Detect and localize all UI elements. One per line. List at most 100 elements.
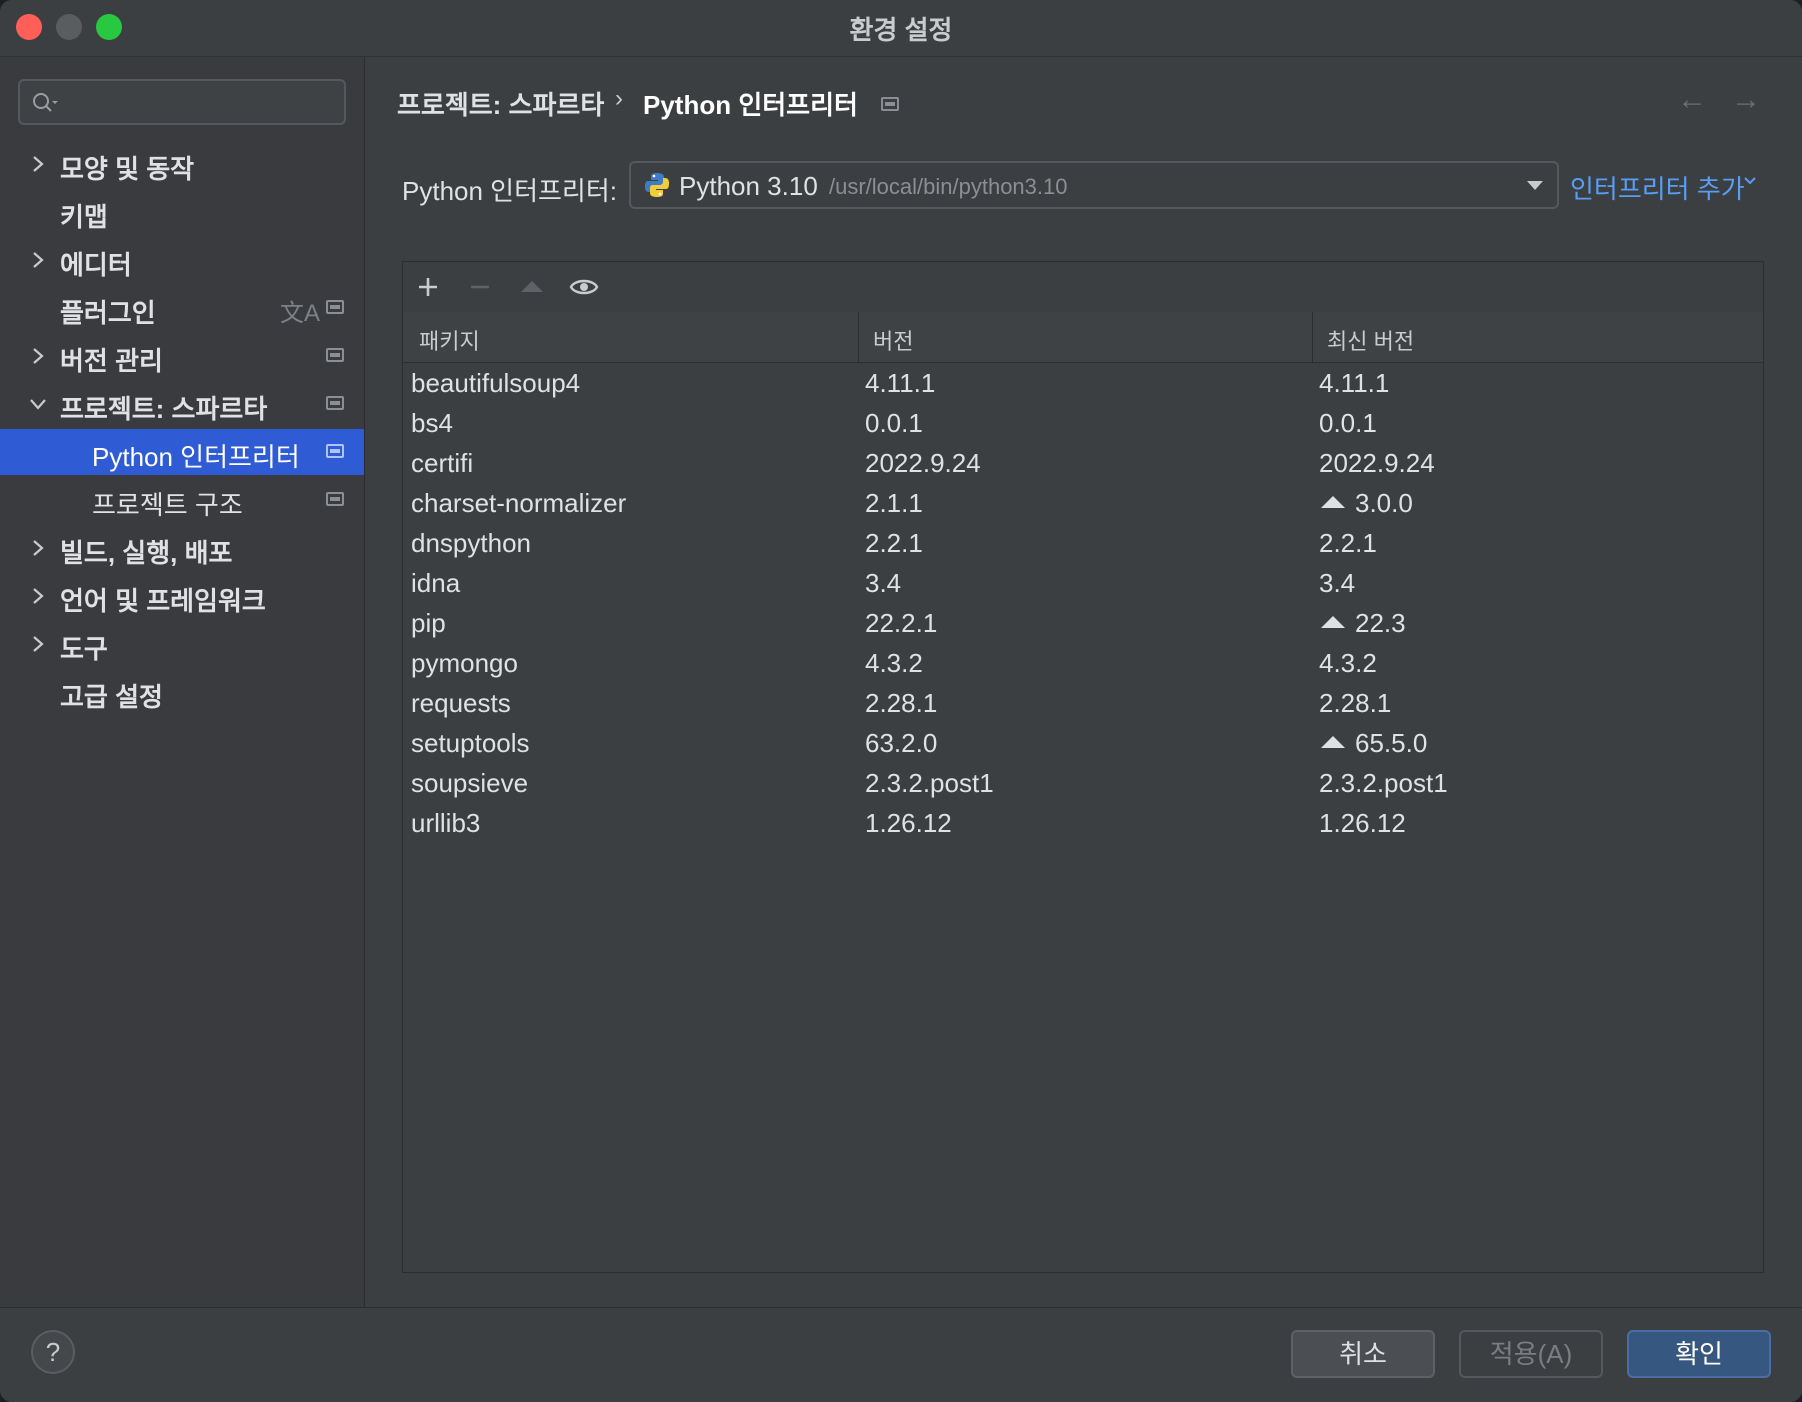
package-latest-version: 2.3.2.post1: [1319, 768, 1448, 798]
chevron-right-icon: [33, 540, 44, 556]
settings-content: 프로젝트: 스파르타 › Python 인터프리터 ← → Python 인터프…: [365, 57, 1802, 1307]
table-row[interactable]: setuptools 63.2.0 65.5.0: [403, 722, 1763, 762]
table-row[interactable]: pip 22.2.1 22.3: [403, 602, 1763, 642]
table-row[interactable]: bs4 0.0.1 0.0.1: [403, 402, 1763, 442]
settings-search-input[interactable]: [18, 79, 346, 125]
package-name: pymongo: [411, 648, 518, 678]
package-latest-version: 1.26.12: [1319, 808, 1406, 838]
chevron-right-icon: [33, 348, 44, 364]
table-row[interactable]: soupsieve 2.3.2.post1 2.3.2.post1: [403, 762, 1763, 802]
sidebar-item-label: Python 인터프리터: [92, 442, 300, 472]
table-header: 패키지 버전 최신 버전: [403, 312, 1763, 363]
eye-icon[interactable]: [569, 272, 599, 302]
apply-button[interactable]: 적용(A): [1459, 1330, 1603, 1378]
sidebar-item-plugins[interactable]: 플러그인 文A: [0, 285, 364, 331]
table-row[interactable]: pymongo 4.3.2 4.3.2: [403, 642, 1763, 682]
sidebar-item-project-structure[interactable]: 프로젝트 구조: [0, 477, 364, 523]
package-latest-version: 4.11.1: [1319, 368, 1390, 398]
table-row[interactable]: urllib3 1.26.12 1.26.12: [403, 802, 1763, 842]
dialog-footer: ? 취소 적용(A) 확인: [0, 1307, 1802, 1402]
sidebar-item-label: 프로젝트: 스파르타: [60, 394, 268, 424]
package-name: certifi: [411, 448, 474, 478]
back-arrow-icon[interactable]: ←: [1677, 83, 1707, 117]
package-latest-version: 2.28.1: [1319, 688, 1392, 718]
package-version: 2.2.1: [865, 528, 923, 558]
package-latest-version: 2022.9.24: [1319, 448, 1435, 478]
interpreter-path: /usr/local/bin/python3.10: [829, 174, 1068, 199]
package-latest-version: 0.0.1: [1319, 408, 1377, 438]
package-name: dnspython: [411, 528, 531, 558]
package-name: idna: [411, 568, 461, 598]
chevron-down-icon[interactable]: [1743, 171, 1757, 191]
interpreter-select[interactable]: Python 3.10 /usr/local/bin/python3.10: [629, 161, 1559, 209]
package-version: 4.3.2: [865, 648, 923, 678]
help-button[interactable]: ?: [31, 1330, 75, 1374]
package-name: requests: [411, 688, 511, 718]
sidebar-item-keymap[interactable]: 키맵: [0, 189, 364, 235]
sidebar-item-advanced-settings[interactable]: 고급 설정: [0, 669, 364, 715]
table-row[interactable]: dnspython 2.2.1 2.2.1: [403, 522, 1763, 562]
package-version: 22.2.1: [865, 608, 938, 638]
chevron-right-icon: [33, 252, 44, 268]
packages-toolbar: [403, 262, 1763, 313]
translate-icon: 文A: [280, 300, 321, 327]
project-level-icon: [326, 492, 344, 506]
column-header-version[interactable]: 버전: [873, 324, 913, 356]
sidebar-item-build-execution[interactable]: 빌드, 실행, 배포: [0, 525, 364, 571]
package-name: soupsieve: [411, 768, 529, 798]
table-row[interactable]: idna 3.4 3.4: [403, 562, 1763, 602]
package-version: 0.0.1: [865, 408, 923, 438]
package-version: 2.1.1: [865, 488, 923, 518]
package-latest-version: 22.3: [1355, 608, 1406, 638]
sidebar-item-label: 고급 설정: [60, 682, 163, 712]
upgrade-available-icon: [1321, 496, 1345, 508]
table-row[interactable]: beautifulsoup4 4.11.1 4.11.1: [403, 362, 1763, 402]
forward-arrow-icon[interactable]: →: [1731, 83, 1761, 117]
table-row[interactable]: charset-normalizer 2.1.1 3.0.0: [403, 482, 1763, 522]
chevron-right-icon: [33, 156, 44, 172]
add-interpreter-link[interactable]: 인터프리터 추가: [1570, 169, 1745, 206]
breadcrumb-parent[interactable]: 프로젝트: 스파르타: [397, 85, 604, 122]
sidebar-item-languages-frameworks[interactable]: 언어 및 프레임워크: [0, 573, 364, 619]
package-version: 2022.9.24: [865, 448, 981, 478]
upgrade-available-icon: [1321, 616, 1345, 628]
preferences-window: 환경 설정 모양 및 동작 키맵 에디터 플러그인 文A 버전 관리 프로젝트:…: [0, 0, 1802, 1402]
column-header-package[interactable]: 패키지: [419, 324, 480, 356]
add-package-button[interactable]: [413, 272, 443, 302]
project-level-icon: [326, 396, 344, 410]
column-divider[interactable]: [1312, 312, 1313, 362]
sidebar-item-project[interactable]: 프로젝트: 스파르타: [0, 381, 364, 427]
cancel-button[interactable]: 취소: [1291, 1330, 1435, 1378]
package-name: charset-normalizer: [411, 488, 627, 518]
chevron-down-icon: [30, 399, 46, 410]
package-version: 2.3.2.post1: [865, 768, 994, 798]
column-divider[interactable]: [858, 312, 859, 362]
sidebar-item-label: 에디터: [60, 250, 132, 280]
package-name: bs4: [411, 408, 453, 438]
package-name: urllib3: [411, 808, 481, 838]
sidebar-item-label: 모양 및 동작: [60, 154, 195, 184]
package-name: pip: [411, 608, 446, 638]
project-level-icon: [881, 97, 899, 111]
remove-package-button[interactable]: [465, 272, 495, 302]
ok-button[interactable]: 확인: [1627, 1330, 1771, 1378]
sidebar-item-label: 키맵: [60, 202, 108, 232]
package-version: 1.26.12: [865, 808, 952, 838]
table-row[interactable]: certifi 2022.9.24 2022.9.24: [403, 442, 1763, 482]
column-header-latest-version[interactable]: 최신 버전: [1327, 324, 1414, 356]
sidebar-item-tools[interactable]: 도구: [0, 621, 364, 667]
sidebar-item-label: 도구: [60, 634, 108, 664]
sidebar-item-version-control[interactable]: 버전 관리: [0, 333, 364, 379]
upgrade-package-button[interactable]: [517, 272, 547, 302]
sidebar-item-python-interpreter[interactable]: Python 인터프리터: [0, 429, 364, 475]
package-name: setuptools: [411, 728, 530, 758]
sidebar-item-editor[interactable]: 에디터: [0, 237, 364, 283]
breadcrumb-separator: ›: [615, 85, 623, 112]
sidebar-item-appearance[interactable]: 모양 및 동작: [0, 141, 364, 187]
sidebar-item-label: 프로젝트 구조: [92, 490, 243, 520]
package-version: 2.28.1: [865, 688, 938, 718]
search-icon: [33, 93, 58, 112]
package-latest-version: 3.4: [1319, 568, 1356, 598]
page-title: Python 인터프리터: [643, 90, 858, 120]
table-row[interactable]: requests 2.28.1 2.28.1: [403, 682, 1763, 722]
